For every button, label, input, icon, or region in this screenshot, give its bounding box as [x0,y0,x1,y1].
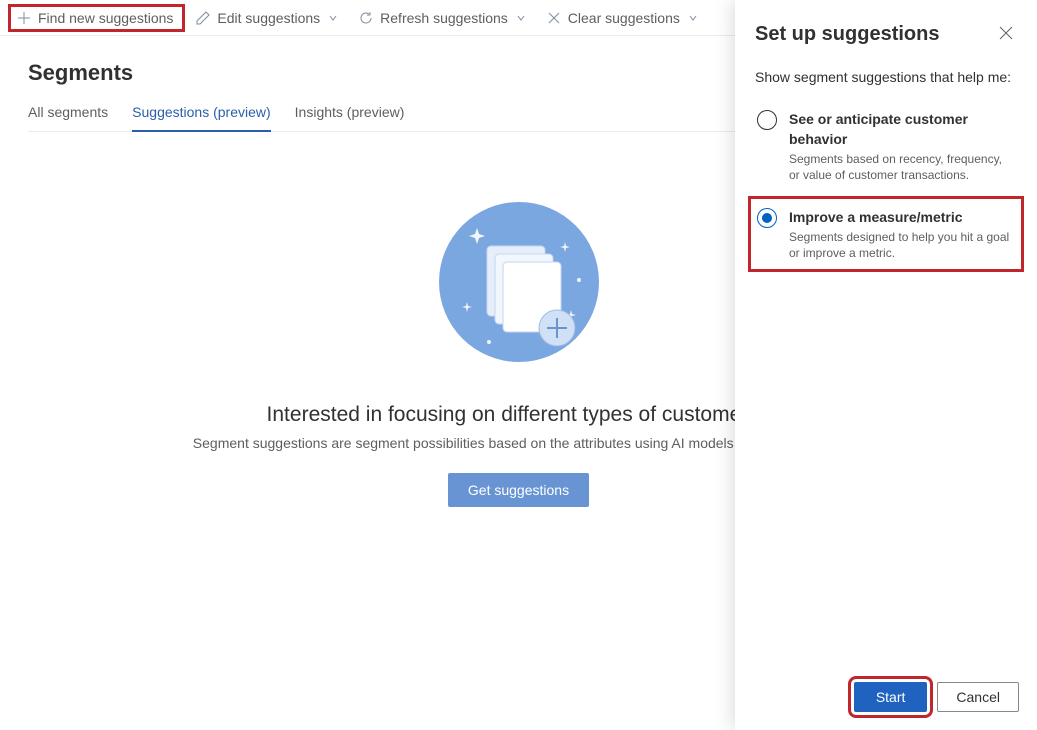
pencil-icon [195,10,211,26]
chevron-down-icon [688,13,698,23]
tab-all-segments[interactable]: All segments [28,104,108,131]
toolbar-label: Find new suggestions [38,10,173,26]
close-icon [999,28,1013,43]
panel-intro: Show segment suggestions that help me: [755,69,1017,85]
option-description: Segments based on recency, frequency, or… [789,151,1015,183]
panel-footer: Start Cancel [735,668,1037,730]
toolbar-label: Refresh suggestions [380,10,508,26]
get-suggestions-button[interactable]: Get suggestions [448,473,589,507]
chevron-down-icon [328,13,338,23]
find-new-suggestions-button[interactable]: Find new suggestions [10,6,183,30]
plus-icon [16,10,32,26]
tab-insights[interactable]: Insights (preview) [295,104,405,131]
option-text: Improve a measure/metric Segments design… [789,207,1015,261]
toolbar-label: Clear suggestions [568,10,680,26]
close-panel-button[interactable] [995,22,1017,47]
refresh-icon [358,10,374,26]
cancel-button[interactable]: Cancel [937,682,1019,712]
setup-suggestions-panel: Set up suggestions Show segment suggesti… [735,0,1037,730]
start-button[interactable]: Start [854,682,928,712]
option-description: Segments designed to help you hit a goal… [789,229,1015,261]
panel-title: Set up suggestions [755,23,939,46]
refresh-suggestions-button[interactable]: Refresh suggestions [350,6,534,30]
toolbar-label: Edit suggestions [217,10,320,26]
radio-icon [757,208,777,228]
option-title: See or anticipate customer behavior [789,109,1015,149]
option-customer-behavior[interactable]: See or anticipate customer behavior Segm… [755,105,1017,187]
panel-header: Set up suggestions [735,0,1037,59]
clear-suggestions-button[interactable]: Clear suggestions [538,6,706,30]
tab-suggestions[interactable]: Suggestions (preview) [132,104,271,132]
suggestions-illustration-icon [429,192,609,375]
edit-suggestions-button[interactable]: Edit suggestions [187,6,346,30]
panel-body: Show segment suggestions that help me: S… [735,59,1037,668]
option-text: See or anticipate customer behavior Segm… [789,109,1015,183]
empty-title: Interested in focusing on different type… [267,403,771,427]
chevron-down-icon [516,13,526,23]
radio-icon [757,110,777,130]
close-icon [546,10,562,26]
option-title: Improve a measure/metric [789,207,1015,227]
option-improve-metric[interactable]: Improve a measure/metric Segments design… [755,203,1017,265]
